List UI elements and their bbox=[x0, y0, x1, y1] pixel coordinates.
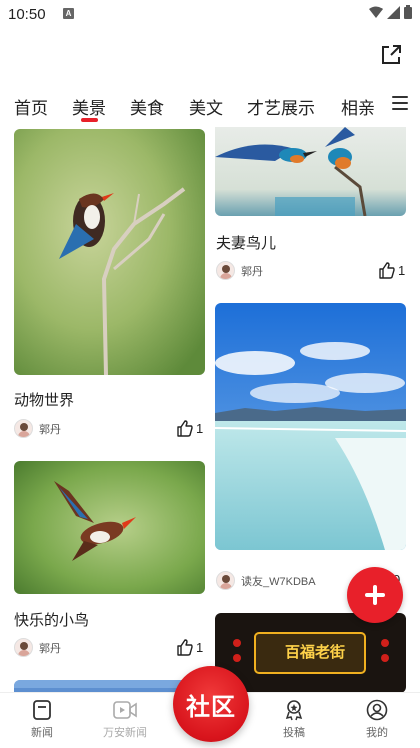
profile-icon bbox=[366, 699, 388, 721]
tab-scenery[interactable]: 美景 bbox=[72, 94, 106, 119]
category-tabs: 首页 美景 美食 美文 才艺展示 相亲 bbox=[0, 88, 420, 124]
nav-label: 万安新闻 bbox=[103, 727, 147, 739]
sign-text: 百福老街 bbox=[285, 644, 346, 661]
notification-a-icon: A bbox=[63, 8, 74, 19]
author-name: 郭丹 bbox=[39, 423, 61, 436]
news-icon bbox=[33, 700, 51, 720]
like-count: 1 bbox=[196, 421, 204, 436]
thumbs-up-icon bbox=[379, 262, 395, 279]
thumbs-up-icon bbox=[177, 639, 193, 656]
card-image-two-kingfishers[interactable] bbox=[215, 127, 406, 216]
like-count: 1 bbox=[398, 263, 406, 278]
card-author[interactable]: 郭丹 bbox=[14, 419, 61, 438]
active-tab-indicator bbox=[81, 118, 98, 122]
card-title[interactable]: 快乐的小鸟 bbox=[14, 609, 89, 630]
tab-writing[interactable]: 美文 bbox=[189, 94, 223, 119]
tab-food[interactable]: 美食 bbox=[130, 94, 164, 119]
nav-news[interactable]: 新闻 bbox=[7, 699, 77, 740]
signal-icon bbox=[387, 5, 400, 19]
submit-award-icon bbox=[285, 700, 303, 721]
community-label: 社区 bbox=[186, 693, 236, 721]
nav-label: 新闻 bbox=[31, 727, 53, 739]
like-count: 1 bbox=[196, 640, 204, 655]
nav-wanan-news[interactable]: 万安新闻 bbox=[90, 699, 160, 740]
menu-icon[interactable] bbox=[392, 96, 408, 110]
avatar bbox=[216, 571, 235, 590]
status-bar: 10:50 A bbox=[0, 0, 420, 30]
author-name: 郭丹 bbox=[241, 265, 263, 278]
card-author[interactable]: 郭丹 bbox=[14, 638, 61, 657]
author-name: 郭丹 bbox=[39, 642, 61, 655]
status-icons bbox=[369, 5, 412, 19]
community-button[interactable]: 社区 bbox=[173, 666, 249, 742]
like-button[interactable]: 1 bbox=[176, 639, 203, 656]
card-author[interactable]: 郭丹 bbox=[216, 261, 263, 280]
share-icon[interactable] bbox=[378, 42, 404, 68]
add-post-button[interactable] bbox=[347, 567, 403, 623]
tab-home[interactable]: 首页 bbox=[14, 94, 48, 119]
nav-label: 我的 bbox=[366, 727, 388, 739]
status-time: 10:50 bbox=[8, 6, 46, 23]
card-image-kingfisher-flight[interactable] bbox=[14, 461, 205, 594]
tab-dating[interactable]: 相亲 bbox=[341, 94, 375, 119]
thumbs-up-icon bbox=[177, 420, 193, 437]
wifi-icon bbox=[369, 6, 383, 18]
card-title[interactable]: 夫妻鸟儿 bbox=[216, 232, 276, 253]
nav-label: 投稿 bbox=[283, 727, 305, 739]
avatar bbox=[14, 419, 33, 438]
avatar bbox=[14, 638, 33, 657]
card-title[interactable]: 动物世界 bbox=[14, 389, 74, 410]
battery-icon bbox=[404, 5, 412, 19]
nav-submit[interactable]: 投稿 bbox=[259, 699, 329, 740]
avatar bbox=[216, 261, 235, 280]
video-icon bbox=[113, 701, 137, 719]
like-button[interactable]: 1 bbox=[378, 262, 405, 279]
like-button[interactable]: 1 bbox=[176, 420, 203, 437]
card-image-salt-lake[interactable] bbox=[215, 303, 406, 550]
card-image-night-sign[interactable]: 百福老街 bbox=[215, 613, 406, 692]
card-image-kingfisher-branch[interactable] bbox=[14, 129, 205, 375]
author-name: 读友_W7KDBA bbox=[241, 575, 316, 588]
tab-talent[interactable]: 才艺展示 bbox=[247, 94, 315, 119]
card-author[interactable]: 读友_W7KDBA bbox=[216, 571, 316, 590]
nav-profile[interactable]: 我的 bbox=[342, 699, 412, 740]
